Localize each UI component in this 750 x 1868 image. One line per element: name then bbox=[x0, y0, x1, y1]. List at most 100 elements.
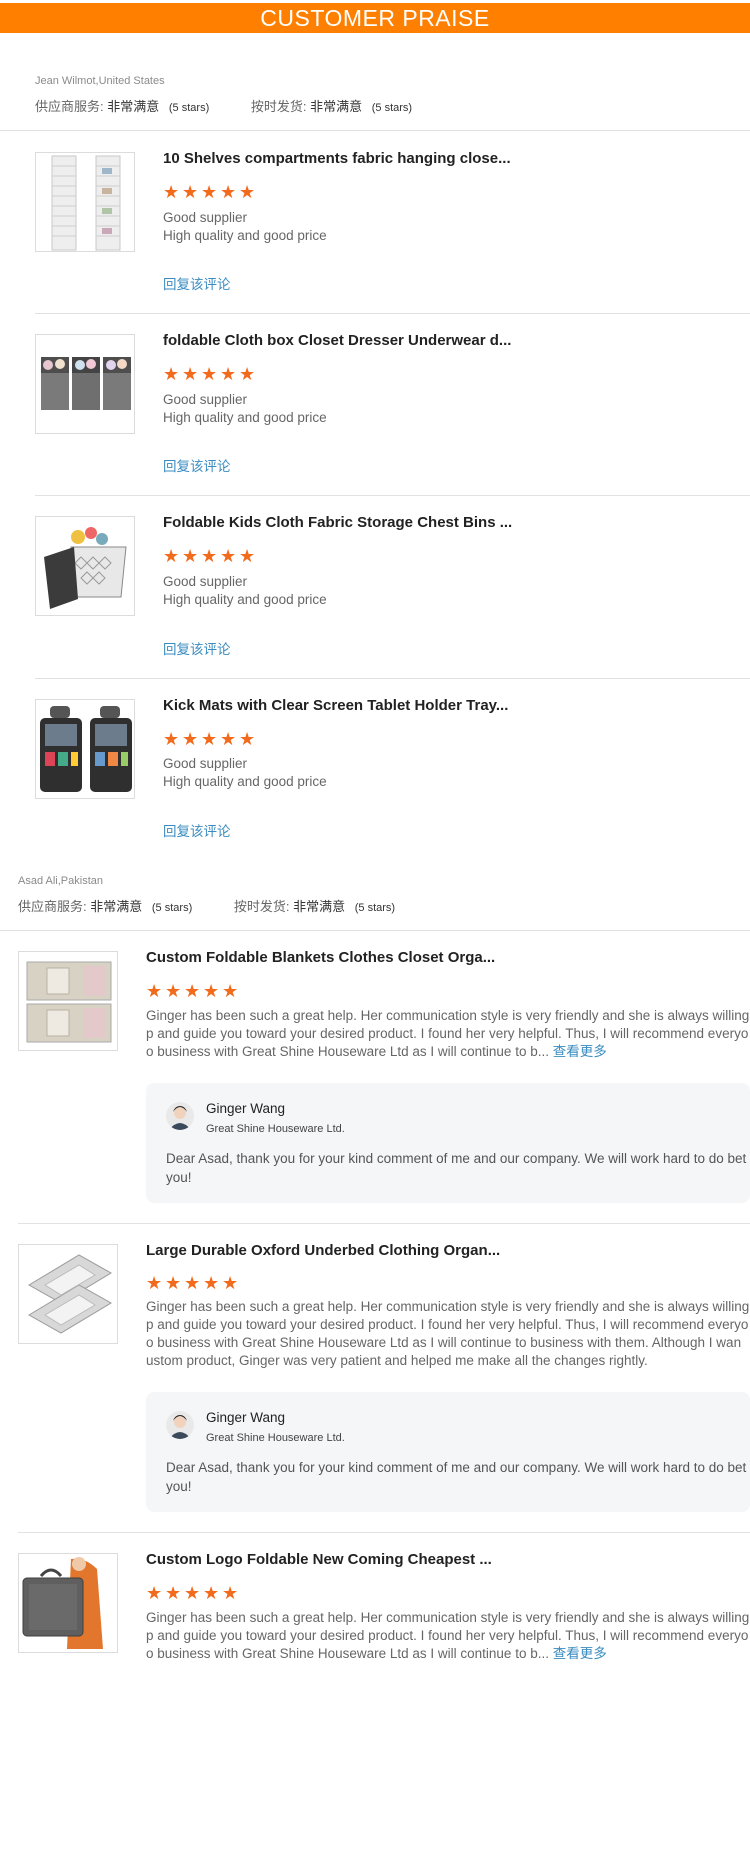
star-icon: ★ bbox=[201, 182, 218, 202]
product-title[interactable]: foldable Cloth box Closet Dresser Underw… bbox=[163, 332, 511, 349]
star-icon: ★ bbox=[220, 364, 237, 384]
comment-line: p and guide you toward your desired prod… bbox=[146, 1026, 749, 1041]
supplier-reply: Ginger Wang Great Shine Houseware Ltd. D… bbox=[146, 1083, 750, 1203]
see-more-link[interactable]: 查看更多 bbox=[553, 1044, 607, 1059]
star-icon: ★ bbox=[222, 1273, 239, 1293]
star-icon: ★ bbox=[220, 546, 237, 566]
comment-line: p and guide you toward your desired prod… bbox=[146, 1628, 749, 1643]
star-icon: ★ bbox=[163, 729, 180, 749]
star-icon: ★ bbox=[146, 1583, 163, 1603]
divider bbox=[18, 1532, 750, 1533]
comment-line: High quality and good price bbox=[163, 774, 327, 789]
supplier-reply: Ginger Wang Great Shine Houseware Ltd. D… bbox=[146, 1392, 750, 1512]
rating-summary: 供应商服务: 非常满意 (5 stars) 按时发货: 非常满意 (5 star… bbox=[35, 99, 413, 114]
product-title[interactable]: Custom Foldable Blankets Clothes Closet … bbox=[146, 949, 495, 966]
comment-line: p and guide you toward your desired prod… bbox=[146, 1317, 749, 1332]
star-icon: ★ bbox=[201, 546, 218, 566]
star-icon: ★ bbox=[182, 729, 199, 749]
star-rating: ★ ★ ★ ★ ★ bbox=[163, 364, 256, 384]
star-icon: ★ bbox=[222, 1583, 239, 1603]
customer-praise-banner: CUSTOMER PRAISE bbox=[0, 3, 750, 33]
star-icon: ★ bbox=[182, 364, 199, 384]
garment-bag-photo[interactable] bbox=[18, 1553, 118, 1653]
comment-line: High quality and good price bbox=[163, 410, 327, 425]
star-rating: ★ ★ ★ ★ ★ bbox=[146, 1273, 239, 1293]
reply-to-review-link[interactable]: 回复该评论 bbox=[163, 455, 231, 475]
reply-company: Great Shine Houseware Ltd. bbox=[206, 1123, 345, 1135]
comment-line: o business with Great Shine Houseware Lt… bbox=[146, 1646, 607, 1661]
star-icon: ★ bbox=[220, 182, 237, 202]
product-title[interactable]: Large Durable Oxford Underbed Clothing O… bbox=[146, 1242, 500, 1259]
star-icon: ★ bbox=[182, 546, 199, 566]
star-icon: ★ bbox=[203, 1583, 220, 1603]
star-icon: ★ bbox=[239, 182, 256, 202]
comment-line: Ginger has been such a great help. Her c… bbox=[146, 1008, 750, 1023]
star-icon: ★ bbox=[163, 546, 180, 566]
comment-line: Good supplier bbox=[163, 574, 248, 589]
avatar bbox=[166, 1102, 194, 1130]
see-more-link[interactable]: 查看更多 bbox=[553, 1646, 607, 1661]
comment-line: o business with Great Shine Houseware Lt… bbox=[146, 1335, 742, 1350]
star-icon: ★ bbox=[239, 364, 256, 384]
star-icon: ★ bbox=[184, 981, 201, 1001]
star-rating: ★ ★ ★ ★ ★ bbox=[163, 546, 256, 566]
comment-line: Ginger has been such a great help. Her c… bbox=[146, 1610, 750, 1625]
star-rating: ★ ★ ★ ★ ★ bbox=[163, 182, 256, 202]
divider bbox=[35, 313, 750, 314]
review-header: Asad Ali,Pakistan 供应商服务: 非常满意 (5 stars) … bbox=[18, 875, 395, 915]
hanging-shelf-organizer-photo[interactable] bbox=[35, 152, 135, 252]
star-rating: ★ ★ ★ ★ ★ bbox=[146, 981, 238, 1001]
car-seat-organizer-photo[interactable] bbox=[35, 699, 135, 799]
star-icon: ★ bbox=[184, 1583, 201, 1603]
comment-line: Good supplier bbox=[163, 756, 248, 771]
comment-line: High quality and good price bbox=[163, 228, 327, 243]
star-icon: ★ bbox=[165, 1583, 182, 1603]
star-icon: ★ bbox=[182, 182, 199, 202]
product-title[interactable]: Foldable Kids Cloth Fabric Storage Chest… bbox=[163, 514, 512, 531]
reply-to-review-link[interactable]: 回复该评论 bbox=[163, 638, 231, 658]
comment-line: Ginger has been such a great help. Her c… bbox=[146, 1299, 750, 1314]
star-icon: ★ bbox=[184, 1273, 201, 1293]
star-icon: ★ bbox=[239, 729, 256, 749]
divider bbox=[0, 930, 750, 931]
divider bbox=[0, 130, 750, 131]
star-icon: ★ bbox=[220, 729, 237, 749]
reply-author: Ginger Wang bbox=[206, 1410, 286, 1425]
star-icon: ★ bbox=[201, 364, 218, 384]
divider bbox=[35, 678, 750, 679]
star-icon: ★ bbox=[146, 981, 163, 1001]
reviewer-name: Asad Ali,Pakistan bbox=[18, 875, 103, 887]
reply-text: you! bbox=[166, 1170, 192, 1185]
product-title[interactable]: 10 Shelves compartments fabric hanging c… bbox=[163, 150, 511, 167]
product-title[interactable]: Kick Mats with Clear Screen Tablet Holde… bbox=[163, 697, 508, 714]
star-icon: ★ bbox=[239, 546, 256, 566]
star-rating: ★ ★ ★ ★ ★ bbox=[163, 729, 256, 749]
underwear-drawer-boxes-photo[interactable] bbox=[35, 334, 135, 434]
comment-line: High quality and good price bbox=[163, 592, 327, 607]
underbed-storage-bags-photo[interactable] bbox=[18, 1244, 118, 1344]
toy-storage-chest-photo[interactable] bbox=[35, 516, 135, 616]
star-rating: ★ ★ ★ ★ ★ bbox=[146, 1583, 239, 1603]
divider bbox=[35, 495, 750, 496]
review-header: Jean Wilmot,United States 供应商服务: 非常满意 (5… bbox=[35, 75, 412, 115]
reply-to-review-link[interactable]: 回复该评论 bbox=[163, 273, 231, 293]
star-icon: ★ bbox=[203, 981, 220, 1001]
comment-line: ustom product, Ginger was very patient a… bbox=[146, 1353, 648, 1368]
star-icon: ★ bbox=[163, 182, 180, 202]
reviewer-name: Jean Wilmot,United States bbox=[35, 75, 165, 87]
star-icon: ★ bbox=[146, 1273, 163, 1293]
blanket-storage-bags-photo[interactable] bbox=[18, 951, 118, 1051]
divider bbox=[18, 1223, 750, 1224]
reply-text: Dear Asad, thank you for your kind comme… bbox=[166, 1151, 747, 1166]
reply-company: Great Shine Houseware Ltd. bbox=[206, 1432, 345, 1444]
avatar bbox=[166, 1411, 194, 1439]
comment-line: Good supplier bbox=[163, 392, 248, 407]
star-icon: ★ bbox=[165, 981, 182, 1001]
reply-text: you! bbox=[166, 1479, 192, 1494]
product-title[interactable]: Custom Logo Foldable New Coming Cheapest… bbox=[146, 1551, 492, 1568]
reply-to-review-link[interactable]: 回复该评论 bbox=[163, 820, 231, 840]
star-icon: ★ bbox=[163, 364, 180, 384]
reply-author: Ginger Wang bbox=[206, 1101, 286, 1116]
rating-summary: 供应商服务: 非常满意 (5 stars) 按时发货: 非常满意 (5 star… bbox=[18, 899, 396, 914]
reviews-page: Jean Wilmot,United States 供应商服务: 非常满意 (5… bbox=[0, 33, 750, 1868]
